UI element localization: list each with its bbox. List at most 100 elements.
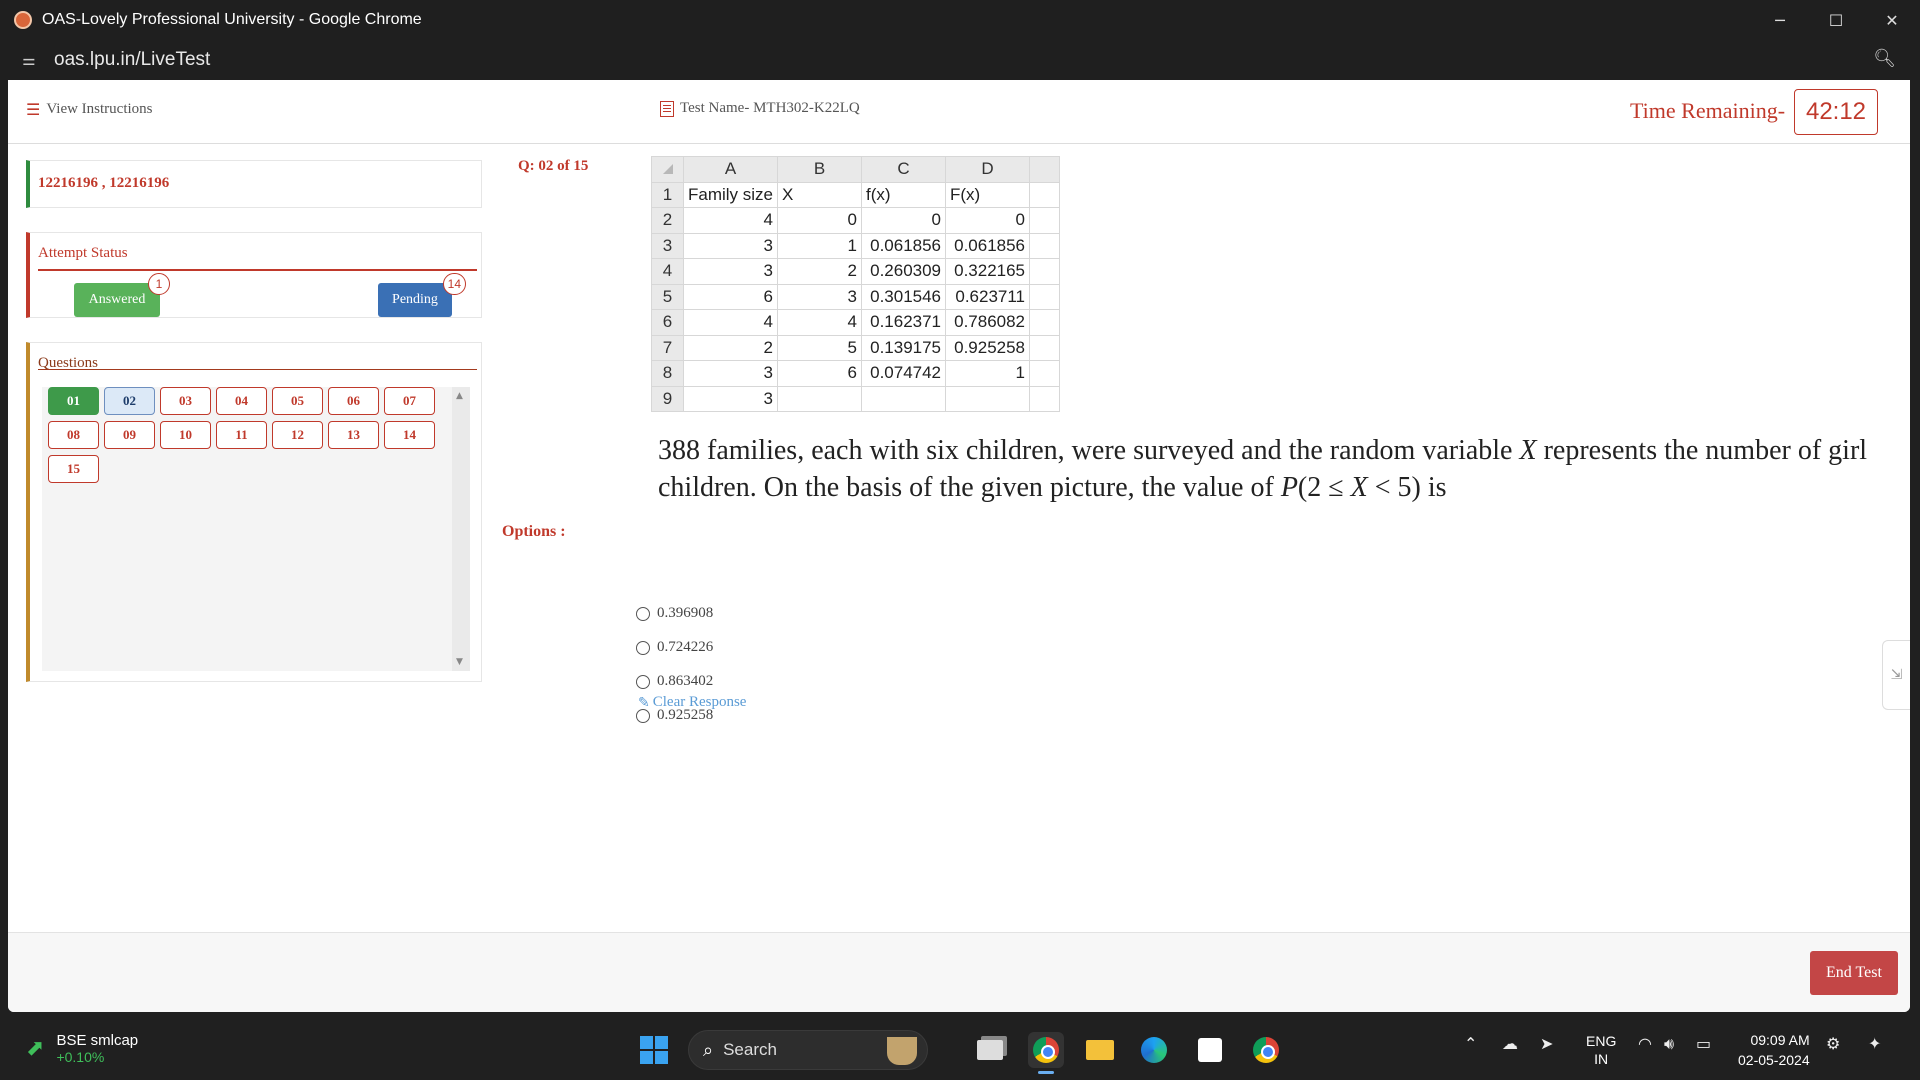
sheet-cell: 4	[682, 207, 779, 234]
volume-icon[interactable]: 🔊︎	[1664, 1034, 1674, 1054]
browser-titlebar: OAS-Lovely Professional University - Goo…	[0, 0, 1920, 40]
question-text-var: X	[1350, 472, 1368, 503]
divider	[38, 269, 477, 271]
question-nav-button[interactable]: 11	[216, 421, 267, 449]
maximize-icon[interactable]: ☐	[1808, 0, 1864, 40]
option-2[interactable]: 0.724226	[636, 639, 713, 656]
divider	[38, 369, 477, 370]
sheet-cell	[945, 385, 1031, 412]
question-nav-button[interactable]: 06	[328, 387, 379, 415]
store-icon[interactable]	[1192, 1032, 1228, 1068]
file-explorer-icon[interactable]	[1082, 1032, 1118, 1068]
sheet-cell-empty	[1029, 309, 1061, 336]
question-nav-button[interactable]: 02	[104, 387, 155, 415]
question-nav-button[interactable]: 09	[104, 421, 155, 449]
sheet-cell: 0.322165	[945, 258, 1031, 285]
question-text-part: < 5) is	[1367, 472, 1447, 503]
market-widget[interactable]: ⬈ BSE smlcap +0.10%	[26, 1032, 138, 1065]
start-icon[interactable]	[640, 1036, 668, 1064]
show-hidden-icons-icon[interactable]: ⌃	[1464, 1034, 1477, 1053]
battery-icon[interactable]: ▭	[1696, 1034, 1711, 1053]
question-nav-button[interactable]: 08	[48, 421, 99, 449]
sheet-cell-empty	[1029, 207, 1061, 234]
site-settings-icon[interactable]: ⚌	[14, 45, 44, 75]
sheet-cell: 0.061856	[945, 232, 1031, 259]
onedrive-icon[interactable]: ☁	[1502, 1034, 1518, 1053]
option-3[interactable]: 0.863402	[636, 673, 713, 690]
sheet-row: 4 3 2 0.260309 0.322165	[651, 258, 1061, 285]
task-view-icon[interactable]	[972, 1032, 1008, 1068]
sheet-col-header: B	[777, 156, 863, 183]
time-remaining-label: Time Remaining-	[1630, 98, 1786, 123]
question-text-var: X	[1519, 435, 1537, 466]
chrome-profile-icon[interactable]	[1248, 1032, 1284, 1068]
sheet-cell: 0.260309	[861, 258, 947, 285]
test-header: ☰ View Instructions Test Name- MTH302-K2…	[8, 80, 1910, 144]
sheet-cell-empty	[1029, 181, 1061, 208]
pending-badge: Pending 14	[378, 273, 466, 317]
sheet-cell: 0.301546	[861, 283, 947, 310]
lang-line-1: ENG	[1586, 1033, 1617, 1049]
question-nav-button[interactable]: 13	[328, 421, 379, 449]
sheet-cell-empty	[1029, 232, 1061, 259]
option-text: 0.396908	[657, 605, 714, 621]
sheet-row-header: 7	[651, 334, 684, 361]
question-nav-button[interactable]: 04	[216, 387, 267, 415]
spreadsheet-image: A B C D 1 Family size Xf(x) F(x) 2 4 0 0 0 3 3 1 0.06185…	[651, 156, 1061, 412]
sheet-cell: 0	[777, 207, 863, 234]
question-nav-button[interactable]: 12	[272, 421, 323, 449]
close-icon[interactable]: ✕	[1864, 0, 1920, 40]
copilot-icon[interactable]: ✦	[1868, 1034, 1881, 1053]
end-test-button[interactable]: End Test	[1810, 951, 1898, 995]
view-instructions-label: View Instructions	[46, 101, 153, 117]
chrome-taskbar-icon[interactable]	[1028, 1032, 1064, 1074]
radio-button[interactable]	[636, 606, 650, 621]
sheet-cell-empty	[1029, 385, 1061, 412]
wifi-icon[interactable]: ◠	[1638, 1034, 1652, 1053]
question-nav-button[interactable]: 14	[384, 421, 435, 449]
sheet-cell-empty	[1029, 334, 1061, 361]
sheet-corner	[651, 156, 684, 183]
settings-icon[interactable]: ⚙	[1826, 1034, 1840, 1053]
options-label: Options :	[502, 523, 566, 540]
sheet-cell: 4	[682, 309, 779, 336]
scroll-down-icon[interactable]: ▼	[456, 657, 463, 667]
widget-change: +0.10%	[56, 1049, 105, 1065]
sheet-cell: 3	[682, 232, 779, 259]
clear-response-label: Clear Response	[652, 694, 747, 710]
taskbar-search[interactable]: ⌕ Search	[688, 1030, 928, 1070]
url-text[interactable]: oas.lpu.in/LiveTest	[54, 49, 210, 71]
sheet-cell: 3	[682, 385, 779, 412]
option-1[interactable]: 0.396908	[636, 605, 713, 622]
view-instructions-link[interactable]: ☰ View Instructions	[26, 100, 153, 119]
question-nav-button[interactable]: 03	[160, 387, 211, 415]
clock-time: 09:09 AM	[1750, 1032, 1810, 1048]
sheet-row-header: 3	[651, 232, 684, 259]
minimize-icon[interactable]: ─	[1752, 0, 1808, 40]
radio-button[interactable]	[636, 674, 650, 689]
question-nav-button[interactable]: 15	[48, 455, 99, 483]
sheet-cell: 0.623711	[945, 283, 1031, 310]
question-nav-button[interactable]: 05	[272, 387, 323, 415]
location-icon[interactable]: ➤	[1540, 1034, 1553, 1053]
windows-taskbar: ⬈ BSE smlcap +0.10% ⌕ Search ⌃ ☁ ➤ ENG I…	[0, 1020, 1920, 1080]
clear-response-link[interactable]: ✎ Clear Response	[638, 694, 746, 711]
clock[interactable]: 09:09 AM 02-05-2024	[1738, 1030, 1810, 1070]
sheet-row-header: 5	[651, 283, 684, 310]
sheet-col-header: A	[682, 156, 779, 183]
question-nav-button[interactable]: 07	[384, 387, 435, 415]
question-nav-button[interactable]: 10	[160, 421, 211, 449]
question-text-var: P	[1280, 472, 1298, 503]
side-panel-toggle-icon[interactable]: ⇲	[1882, 640, 1910, 710]
radio-button[interactable]	[636, 640, 650, 655]
sheet-col-header: D	[945, 156, 1031, 183]
zoom-icon[interactable]: 🔍︎	[1873, 48, 1896, 69]
scroll-up-icon[interactable]: ▲	[456, 391, 463, 401]
sheet-cell: F(x)	[945, 181, 1031, 208]
question-grid-scrollbar[interactable]: ▲ ▼	[452, 387, 470, 671]
input-language[interactable]: ENG IN	[1586, 1032, 1616, 1068]
edge-icon[interactable]	[1136, 1032, 1172, 1068]
sheet-cell: 0.786082	[945, 309, 1031, 336]
question-nav-button[interactable]: 01	[48, 387, 99, 415]
clock-date: 02-05-2024	[1738, 1052, 1810, 1068]
